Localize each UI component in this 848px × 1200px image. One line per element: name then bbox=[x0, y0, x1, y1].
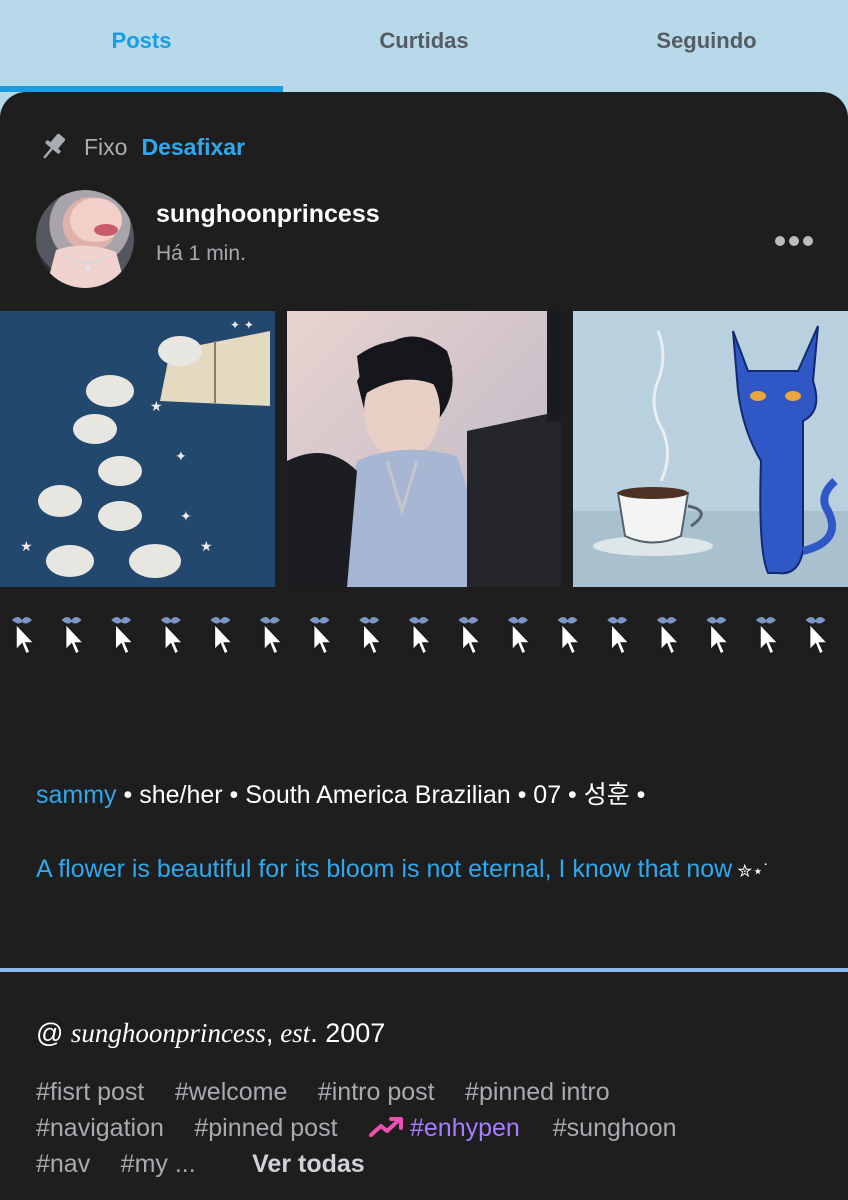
pinned-row: Fixo Desafixar bbox=[36, 130, 245, 164]
svg-text:✦: ✦ bbox=[180, 509, 192, 525]
cursor-pointer-icon bbox=[210, 617, 235, 656]
svg-text:✦ ✦: ✦ ✦ bbox=[230, 318, 254, 332]
bio-line: sammy • she/her • South America Brazilia… bbox=[36, 778, 816, 812]
idol-photo[interactable] bbox=[287, 311, 561, 587]
cursor-pointer-icon bbox=[656, 617, 681, 656]
quote-text: A flower is beautiful for its bloom is n… bbox=[36, 846, 816, 894]
est-year: . 2007 bbox=[310, 1018, 386, 1048]
est-handle: sunghoonprincess bbox=[70, 1018, 266, 1048]
svg-text:★: ★ bbox=[150, 399, 163, 415]
svg-text:✦: ✦ bbox=[175, 449, 187, 465]
cursor-pointer-icon bbox=[756, 617, 780, 656]
unpin-button[interactable]: Desafixar bbox=[141, 134, 245, 161]
tag[interactable]: #fisrt post bbox=[36, 1078, 144, 1106]
pinned-label: Fixo bbox=[84, 133, 128, 160]
tag-row: #fisrt post #welcome #intro post #pinned… bbox=[36, 1074, 826, 1110]
separator bbox=[0, 968, 848, 972]
blue-cat-coffee-painting[interactable] bbox=[573, 311, 848, 587]
tab-posts[interactable]: Posts bbox=[0, 0, 283, 82]
post-username[interactable]: sunghoonprincess bbox=[156, 200, 380, 229]
tag-row: #navigation #pinned post #enhypen #sungh… bbox=[36, 1110, 826, 1146]
bio-name: sammy bbox=[36, 781, 117, 809]
cursor-pointer-icon bbox=[111, 617, 135, 656]
decorative-cursor-row bbox=[12, 617, 830, 656]
profile-tabs: Posts Curtidas Seguindo bbox=[0, 0, 848, 92]
trending-icon bbox=[368, 1117, 403, 1137]
established-line: @ sunghoonprincess, est. 2007 bbox=[36, 1018, 385, 1049]
pin-icon bbox=[43, 133, 66, 159]
tab-curtidas[interactable]: Curtidas bbox=[283, 0, 565, 82]
tag[interactable]: #intro post bbox=[318, 1078, 435, 1106]
bunnies-illustration[interactable]: ★ ★ ✦ ✦ ✦ ✦ ★ bbox=[0, 311, 275, 587]
tag[interactable]: #pinned intro bbox=[465, 1078, 610, 1106]
cursor-pointer-icon bbox=[359, 617, 383, 656]
tag[interactable]: #navigation bbox=[36, 1114, 164, 1142]
est-label: est bbox=[273, 1018, 311, 1048]
avatar-image bbox=[46, 198, 126, 288]
cursor-pointer-icon bbox=[508, 617, 532, 656]
svg-text:★: ★ bbox=[200, 539, 213, 555]
tag[interactable]: #my ... bbox=[121, 1150, 196, 1178]
more-options-icon[interactable] bbox=[774, 234, 814, 248]
est-prefix: @ bbox=[36, 1018, 71, 1048]
cursor-pointer-icon bbox=[706, 617, 731, 656]
cursor-pointer-icon bbox=[408, 617, 433, 656]
tag[interactable]: #welcome bbox=[175, 1078, 288, 1106]
cursor-pointer-icon bbox=[607, 617, 631, 656]
cursor-pointer-icon bbox=[160, 617, 185, 656]
cursor-pointer-icon bbox=[458, 617, 483, 656]
cursor-pointer-icon bbox=[309, 617, 334, 656]
tag-row: #nav #my ... Ver todas bbox=[36, 1146, 826, 1182]
tag-list: #fisrt post #welcome #intro post #pinned… bbox=[36, 1074, 826, 1182]
quote-body: A flower is beautiful for its bloom is n… bbox=[36, 855, 733, 883]
trending-tag[interactable]: #enhypen bbox=[368, 1114, 527, 1142]
trending-tag-label: #enhypen bbox=[409, 1114, 520, 1142]
post-card: Fixo Desafixar sunghoonprincess Há 1 min… bbox=[0, 92, 848, 1200]
cursor-pointer-icon bbox=[61, 617, 86, 656]
avatar[interactable] bbox=[36, 190, 134, 288]
svg-text:★: ★ bbox=[20, 539, 33, 555]
post-images: ★ ★ ✦ ✦ ✦ ✦ ★ bbox=[0, 311, 848, 587]
cursor-pointer-icon bbox=[260, 617, 284, 656]
tag[interactable]: #pinned post bbox=[194, 1114, 337, 1142]
tag[interactable]: #nav bbox=[36, 1150, 90, 1178]
sparkle-icon: ✮⋆˙ bbox=[732, 861, 770, 881]
cursor-pointer-icon bbox=[805, 617, 830, 656]
cursor-pointer-icon bbox=[12, 617, 36, 656]
tag[interactable]: #sunghoon bbox=[553, 1114, 677, 1142]
see-all-tags-button[interactable]: Ver todas bbox=[252, 1150, 365, 1178]
post-timestamp: Há 1 min. bbox=[156, 242, 246, 265]
bio-details: • she/her • South America Brazilian • 07… bbox=[116, 781, 646, 809]
tab-seguindo[interactable]: Seguindo bbox=[565, 0, 848, 82]
cursor-pointer-icon bbox=[557, 617, 582, 656]
